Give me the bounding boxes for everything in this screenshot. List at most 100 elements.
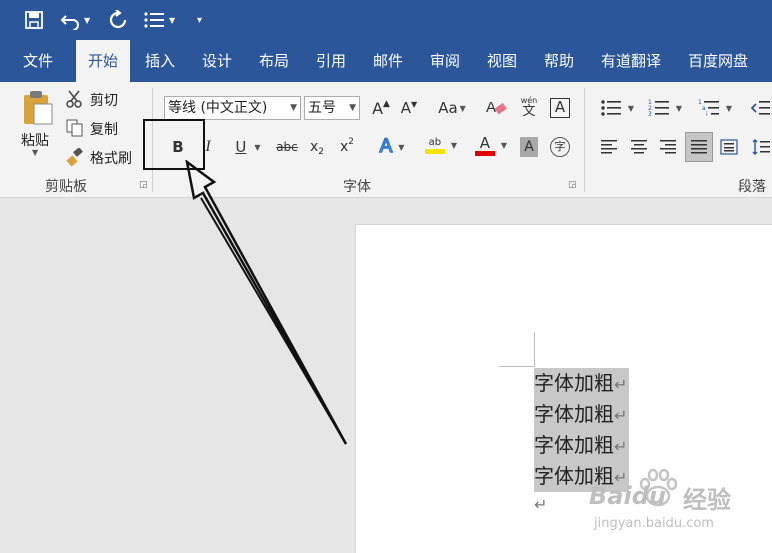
customize-icon[interactable]: ▾ — [197, 8, 202, 32]
chevron-down-icon[interactable]: ▼ — [169, 16, 175, 25]
enclose-characters-icon: 字 — [550, 137, 570, 157]
font-size-value: 五号 — [308, 100, 336, 116]
save-icon[interactable] — [24, 8, 44, 32]
justify-icon — [691, 140, 707, 154]
chevron-down-icon[interactable]: ▼ — [32, 148, 38, 157]
decrease-indent-button[interactable] — [748, 95, 772, 121]
chevron-down-icon[interactable]: ▼ — [676, 104, 682, 113]
underline-button[interactable]: U ▼ — [228, 134, 268, 160]
tab-baidu-netdisk[interactable]: 百度网盘 — [681, 40, 755, 82]
chevron-down-icon[interactable]: ▼ — [84, 16, 90, 25]
font-color-icon: A — [474, 135, 495, 156]
line-text: 字体加粗 — [534, 371, 614, 395]
group-divider — [584, 88, 585, 192]
annotation-arrow-icon — [185, 160, 348, 445]
chevron-down-icon[interactable]: ▼ — [349, 97, 356, 119]
enclose-characters-button[interactable]: 字 — [548, 134, 572, 160]
chevron-down-icon[interactable]: ▼ — [726, 104, 732, 113]
tab-layout[interactable]: 布局 — [252, 40, 296, 82]
document-line[interactable]: 字体加粗↵ — [534, 368, 630, 399]
format-painter-label: 格式刷 — [90, 151, 132, 167]
format-painter-button[interactable]: 格式刷 — [66, 146, 140, 168]
grow-font-icon: A — [372, 98, 384, 118]
strikethrough-button[interactable]: abc — [274, 134, 300, 160]
paragraph-group-label: 段落 — [738, 179, 766, 195]
svg-text:i: i — [706, 111, 708, 117]
tab-design[interactable]: 设计 — [195, 40, 239, 82]
bullets-button[interactable]: ▼ — [596, 95, 638, 121]
clear-formatting-button[interactable]: A — [484, 95, 510, 121]
character-border-button[interactable]: A — [549, 95, 571, 121]
document-line[interactable]: 字体加粗↵ — [534, 430, 630, 461]
character-shading-button[interactable]: A — [518, 134, 540, 160]
document-line[interactable]: 字体加粗↵ — [534, 399, 630, 430]
font-color-button[interactable]: A ▼ — [470, 132, 512, 158]
paragraph-mark: ↵ — [614, 375, 628, 394]
chevron-down-icon[interactable]: ▼ — [628, 104, 634, 113]
tab-youdao-translate[interactable]: 有道翻译 — [594, 40, 668, 82]
numbering-icon: 123 — [648, 99, 669, 117]
tab-mailings[interactable]: 邮件 — [366, 40, 410, 82]
copy-button[interactable]: 复制 — [66, 117, 126, 139]
multilevel-list-button[interactable]: 1ai ▼ — [694, 95, 736, 121]
distributed-button[interactable] — [718, 134, 740, 160]
dialog-launcher-icon[interactable]: ◲ — [568, 180, 577, 190]
line-spacing-button[interactable] — [750, 134, 772, 160]
align-left-icon — [601, 140, 617, 154]
tab-home[interactable]: 开始 — [76, 40, 130, 82]
watermark-brand-cn: 经验 — [683, 486, 731, 514]
subscript-icon: x — [309, 139, 319, 155]
font-size-box[interactable]: 五号 ▼ — [304, 96, 360, 120]
paragraph-mark: ↵ — [614, 437, 628, 456]
tab-review[interactable]: 审阅 — [423, 40, 467, 82]
align-right-button[interactable] — [657, 134, 679, 160]
chevron-down-icon[interactable]: ▼ — [501, 141, 507, 150]
line-spacing-icon — [752, 139, 770, 155]
font-name-box[interactable]: 等线 (中文正文) ▼ — [164, 96, 301, 120]
quick-access-toolbar: ▼ ▼ ▾ — [0, 0, 772, 40]
chevron-down-icon[interactable]: ▼ — [290, 97, 297, 119]
cut-label: 剪切 — [90, 93, 118, 109]
paste-button[interactable]: 粘贴 ▼ — [20, 90, 56, 157]
multilevel-list-icon: 1ai — [698, 99, 719, 117]
watermark-url: jingyan.baidu.com — [594, 516, 714, 531]
paragraph-mark: ↵ — [534, 495, 548, 514]
undo-icon[interactable]: ▼ — [60, 8, 90, 32]
change-case-icon: Aa — [438, 99, 458, 117]
copy-icon — [66, 119, 83, 137]
change-case-button[interactable]: Aa ▼ — [434, 95, 470, 121]
chevron-down-icon[interactable]: ▼ — [460, 104, 466, 113]
decrease-indent-icon — [750, 101, 770, 115]
chevron-down-icon[interactable]: ▼ — [451, 141, 457, 150]
underline-icon: U — [235, 138, 247, 156]
text-effects-button[interactable]: A ▼ — [372, 134, 412, 160]
subscript-button[interactable]: x2 — [306, 134, 328, 160]
numbering-button[interactable]: 123 ▼ — [644, 95, 686, 121]
phonetic-guide-button[interactable]: wén 文 — [518, 94, 540, 120]
paste-label: 粘贴 — [21, 133, 49, 149]
list-icon[interactable]: ▼ — [143, 8, 175, 32]
tab-help[interactable]: 帮助 — [537, 40, 581, 82]
tab-insert[interactable]: 插入 — [138, 40, 182, 82]
cut-button[interactable]: 剪切 — [66, 88, 126, 110]
align-left-button[interactable] — [598, 134, 620, 160]
dialog-launcher-icon[interactable]: ◲ — [139, 180, 148, 190]
tab-file[interactable]: 文件 — [14, 40, 62, 82]
redo-icon[interactable] — [108, 8, 128, 32]
chevron-down-icon[interactable]: ▼ — [254, 143, 260, 152]
chevron-down-icon[interactable]: ▼ — [398, 143, 404, 152]
phonetic-guide-icon: 文 — [522, 103, 536, 119]
shrink-font-button[interactable]: A ▼ — [398, 95, 420, 121]
tab-references[interactable]: 引用 — [309, 40, 353, 82]
superscript-icon: x — [339, 139, 349, 155]
justify-button[interactable] — [685, 132, 713, 162]
highlight-color-button[interactable]: ab ▼ — [420, 132, 462, 158]
subscript-mark: 2 — [318, 147, 325, 157]
grow-font-button[interactable]: A ▲ — [370, 95, 392, 121]
superscript-button[interactable]: x2 — [336, 134, 358, 160]
align-center-button[interactable] — [628, 134, 650, 160]
paste-icon — [24, 91, 53, 125]
tab-view[interactable]: 视图 — [480, 40, 524, 82]
scissors-icon — [66, 90, 82, 108]
svg-text:A: A — [486, 99, 496, 116]
